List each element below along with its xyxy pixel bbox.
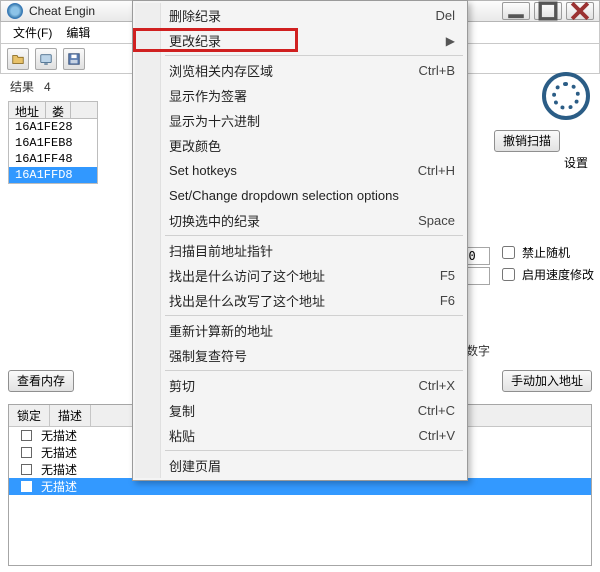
desc-col-desc[interactable]: 描述 [50,405,91,426]
label-speed: 启用速度修改 [522,266,594,283]
menu-item-label: 显示作为签署 [169,86,455,105]
menu-item[interactable]: 找出是什么访问了这个地址F5 [135,263,465,288]
label-no-random: 禁止随机 [522,244,570,261]
menu-separator [165,235,463,236]
address-row[interactable]: 16A1FE28 [9,119,97,135]
settings-label[interactable]: 设置 [494,154,594,171]
desc-row-label: 无描述 [39,427,77,444]
desc-row-checkbox[interactable] [21,481,32,492]
menu-item-label: 创建页眉 [169,456,455,475]
menu-item-shortcut: Ctrl+C [418,403,455,418]
menu-item-shortcut: Ctrl+X [419,378,455,393]
number-label: 数字 [466,342,490,359]
context-menu: 删除纪录Del更改纪录▶浏览相关内存区域Ctrl+B显示作为签署显示为十六进制更… [132,0,468,481]
menu-item[interactable]: 粘贴Ctrl+V [135,423,465,448]
desc-row-checkbox[interactable] [21,464,32,475]
menu-item-label: 找出是什么访问了这个地址 [169,266,440,285]
menu-item-shortcut: Ctrl+H [418,163,455,178]
menu-item-label: 重新计算新的地址 [169,321,455,340]
desc-row-label: 无描述 [39,444,77,461]
maximize-button[interactable] [534,2,562,20]
menu-item-shortcut: F6 [440,293,455,308]
menu-item[interactable]: 显示为十六进制 [135,108,465,133]
save-button[interactable] [63,48,85,70]
close-button[interactable] [566,2,594,20]
menu-item-label: 粘贴 [169,426,419,445]
menu-item-shortcut: Ctrl+V [419,428,455,443]
menu-item-label: 显示为十六进制 [169,111,455,130]
menu-item[interactable]: 创建页眉 [135,453,465,478]
menu-separator [165,370,463,371]
menu-item-label: 更改纪录 [169,31,446,50]
app-logo-icon[interactable] [542,72,590,120]
address-col-addr[interactable]: 地址 [9,102,46,118]
menu-item-label: 浏览相关内存区域 [169,61,419,80]
results-label: 结果 [10,80,34,94]
menu-item[interactable]: 扫描目前地址指针 [135,238,465,263]
menu-item[interactable]: 重新计算新的地址 [135,318,465,343]
menu-item-label: Set hotkeys [169,163,418,178]
menu-separator [165,315,463,316]
menu-item[interactable]: 浏览相关内存区域Ctrl+B [135,58,465,83]
process-button[interactable] [35,48,57,70]
results-count: 4 [44,80,51,94]
manual-add-button[interactable]: 手动加入地址 [502,370,592,392]
menu-item[interactable]: 显示作为签署 [135,83,465,108]
app-icon [7,3,23,19]
address-row[interactable]: 16A1FF48 [9,151,97,167]
address-header: 地址 娄 [8,101,98,119]
desc-col-lock[interactable]: 锁定 [9,405,50,426]
menu-separator [165,450,463,451]
address-col-val[interactable]: 娄 [46,102,71,118]
menu-item-shortcut: Del [435,8,455,23]
menu-separator [165,55,463,56]
menu-item-shortcut: F5 [440,268,455,283]
menu-item[interactable]: 强制复查符号 [135,343,465,368]
menu-item-label: 找出是什么改写了这个地址 [169,291,440,310]
menu-file[interactable]: 文件(F) [7,22,58,43]
undo-scan-button[interactable]: 撤销扫描 [494,130,560,152]
checkbox-no-random[interactable] [502,246,515,259]
menu-item-shortcut: Ctrl+B [419,63,455,78]
menu-item[interactable]: 更改纪录▶ [135,28,465,53]
submenu-arrow-icon: ▶ [446,34,455,48]
menu-item-shortcut: Space [418,213,455,228]
menu-item-label: Set/Change dropdown selection options [169,188,455,203]
menu-item-label: 复制 [169,401,418,420]
menu-item-label: 强制复查符号 [169,346,455,365]
menu-item[interactable]: 切换选中的纪录Space [135,208,465,233]
menu-item[interactable]: 更改颜色 [135,133,465,158]
menu-edit[interactable]: 编辑 [60,22,96,43]
menu-item-label: 切换选中的纪录 [169,211,418,230]
menu-item-label: 更改颜色 [169,136,455,155]
menu-item-label: 删除纪录 [169,6,435,25]
open-button[interactable] [7,48,29,70]
view-memory-button[interactable]: 查看内存 [8,370,74,392]
desc-row-checkbox[interactable] [21,447,32,458]
menu-item[interactable]: 找出是什么改写了这个地址F6 [135,288,465,313]
address-row[interactable]: 16A1FEB8 [9,135,97,151]
minimize-button[interactable] [502,2,530,20]
menu-item[interactable]: 复制Ctrl+C [135,398,465,423]
desc-row-label: 无描述 [39,461,77,478]
menu-item[interactable]: 剪切Ctrl+X [135,373,465,398]
checkbox-speed[interactable] [502,268,515,281]
menu-item-label: 剪切 [169,376,419,395]
menu-item-label: 扫描目前地址指针 [169,241,455,260]
address-row[interactable]: 16A1FFD8 [9,167,97,183]
desc-row-label: 无描述 [39,478,77,495]
window-title: Cheat Engin [29,4,95,18]
menu-item[interactable]: Set/Change dropdown selection options [135,183,465,208]
desc-row-checkbox[interactable] [21,430,32,441]
address-list[interactable]: 16A1FE2816A1FEB816A1FF4816A1FFD8 [8,119,98,184]
menu-item[interactable]: 删除纪录Del [135,3,465,28]
menu-item[interactable]: Set hotkeysCtrl+H [135,158,465,183]
